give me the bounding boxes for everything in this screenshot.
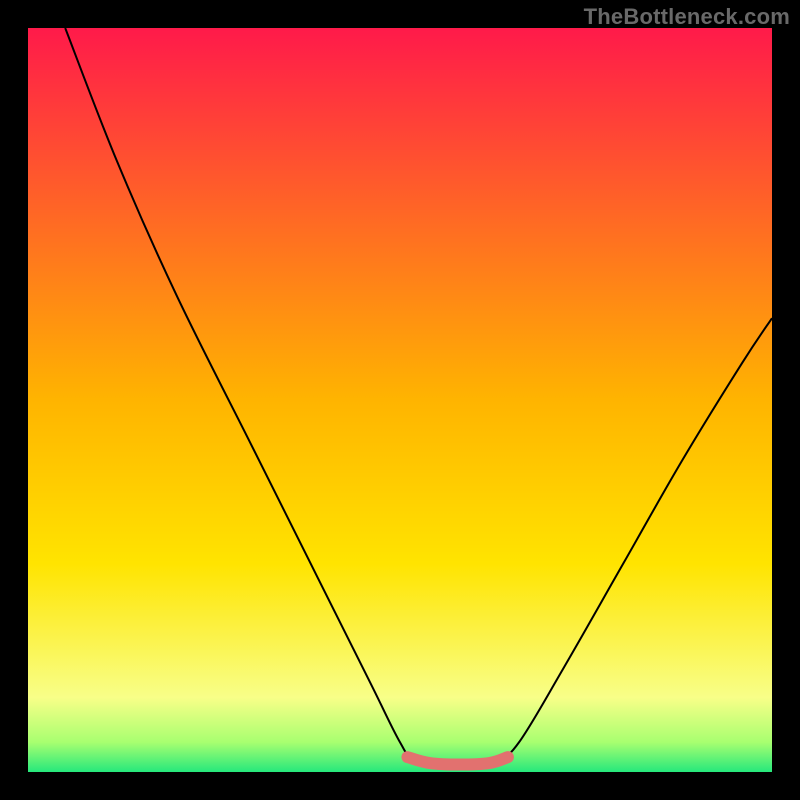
watermark: TheBottleneck.com <box>584 4 790 30</box>
plot-background <box>28 28 772 772</box>
chart-frame: { "watermark": "TheBottleneck.com", "cha… <box>0 0 800 800</box>
chart-svg <box>0 0 800 800</box>
